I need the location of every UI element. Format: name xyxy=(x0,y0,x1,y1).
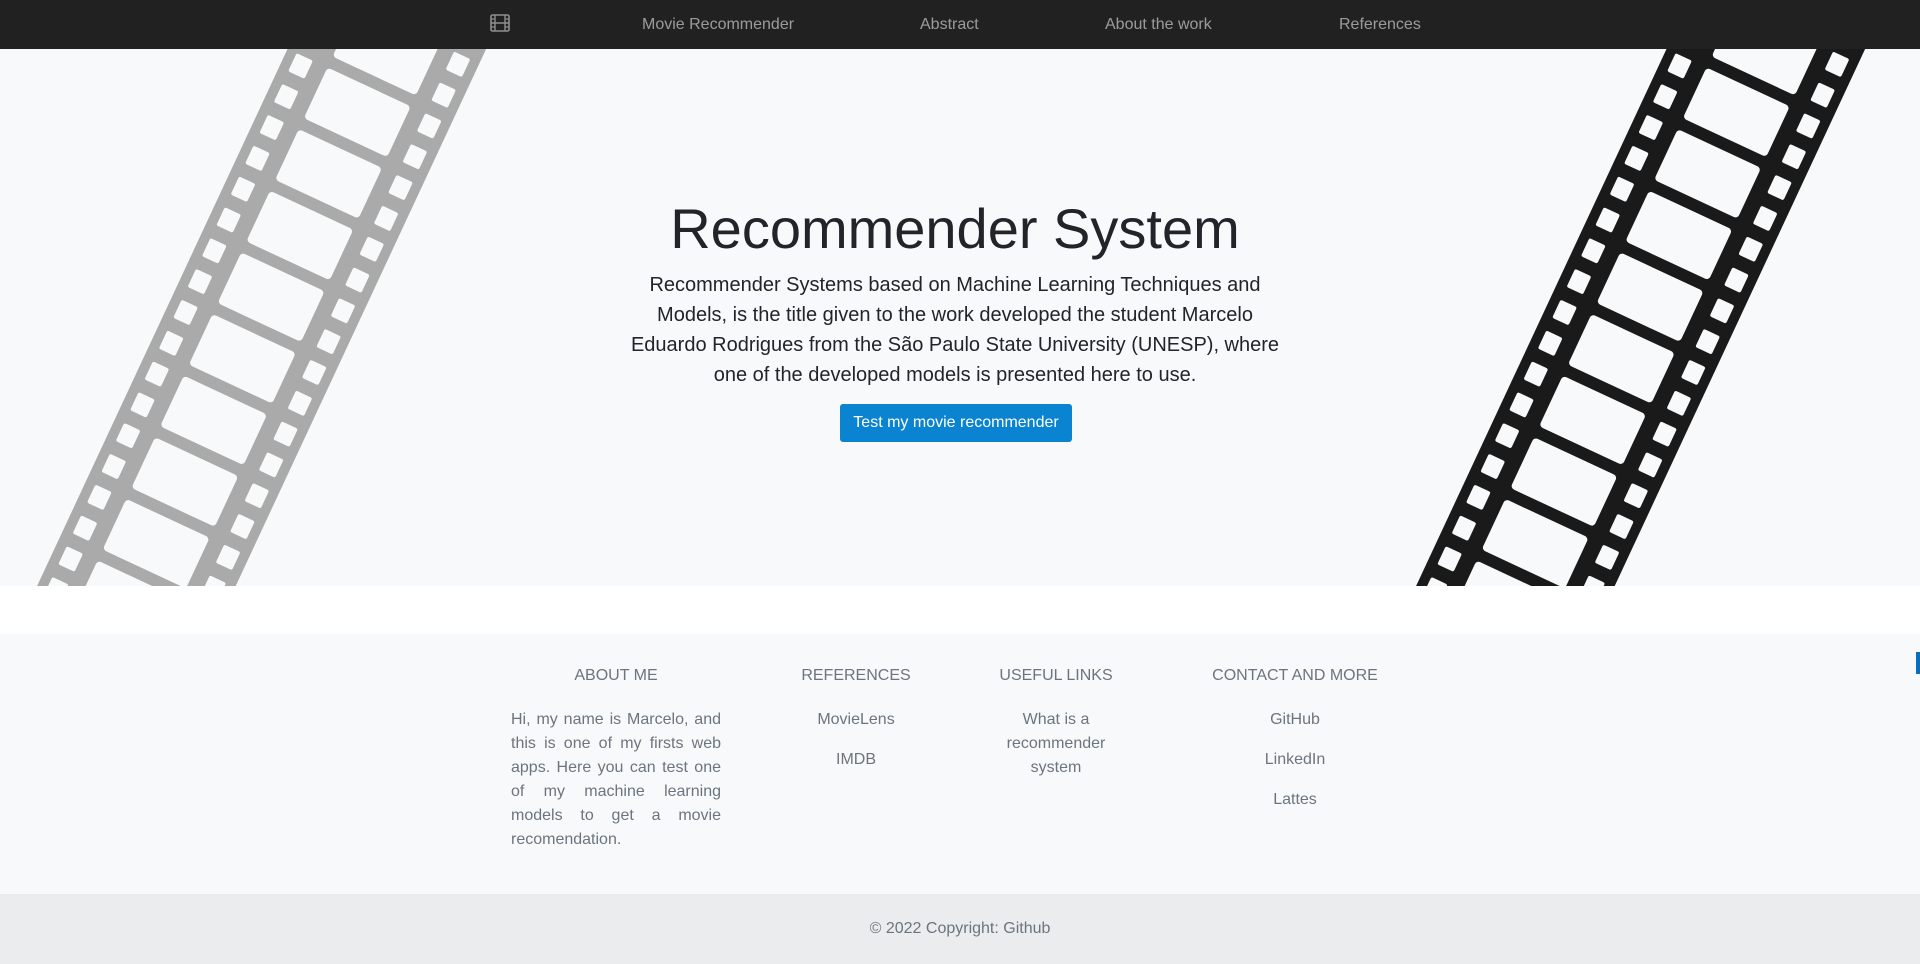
left-film-strip xyxy=(28,49,513,586)
link-lattes[interactable]: Lattes xyxy=(1205,788,1385,812)
hero-description: Recommender Systems based on Machine Lea… xyxy=(630,274,1280,386)
hero-title: Recommender System xyxy=(670,197,1240,260)
copyright-github-link[interactable]: Github xyxy=(1003,920,1050,937)
navbar: Movie Recommender Abstract About the wor… xyxy=(0,0,1920,49)
link-what-is-recommender[interactable]: What is a recommender system xyxy=(992,708,1120,780)
footer-contact-column: CONTACT AND MORE GitHub LinkedIn Lattes xyxy=(1205,666,1385,828)
footer: ABOUT ME Hi, my name is Marcelo, and thi… xyxy=(0,634,1920,894)
footer-about-heading: ABOUT ME xyxy=(574,667,658,684)
footer-about-column: ABOUT ME Hi, my name is Marcelo, and thi… xyxy=(511,666,721,852)
footer-about-text: Hi, my name is Marcelo, and this is one … xyxy=(511,711,721,848)
footer-contact-heading: CONTACT AND MORE xyxy=(1212,667,1378,684)
scrollbar-marker[interactable] xyxy=(1916,652,1920,674)
nav-movie-recommender[interactable]: Movie Recommender xyxy=(642,0,794,49)
link-github[interactable]: GitHub xyxy=(1205,708,1385,732)
copyright-bar: © 2022 Copyright: Github xyxy=(0,894,1920,964)
footer-useful-heading: USEFUL LINKS xyxy=(999,667,1113,684)
link-imdb[interactable]: IMDB xyxy=(796,748,916,772)
test-recommender-button[interactable]: Test my movie recommender xyxy=(840,404,1072,442)
film-icon[interactable] xyxy=(489,12,511,34)
link-linkedin[interactable]: LinkedIn xyxy=(1205,748,1385,772)
footer-references-heading: REFERENCES xyxy=(801,667,911,684)
nav-about-the-work[interactable]: About the work xyxy=(1105,0,1212,49)
footer-useful-column: USEFUL LINKS What is a recommender syste… xyxy=(992,666,1120,796)
nav-abstract[interactable]: Abstract xyxy=(920,0,979,49)
hero-section: Recommender System Recommender Systems b… xyxy=(0,49,1920,586)
footer-references-column: REFERENCES MovieLens IMDB xyxy=(796,666,916,788)
nav-references[interactable]: References xyxy=(1339,0,1421,49)
link-movielens[interactable]: MovieLens xyxy=(796,708,916,732)
right-film-strip xyxy=(1407,49,1892,586)
copyright-text: © 2022 Copyright: xyxy=(869,920,1004,937)
